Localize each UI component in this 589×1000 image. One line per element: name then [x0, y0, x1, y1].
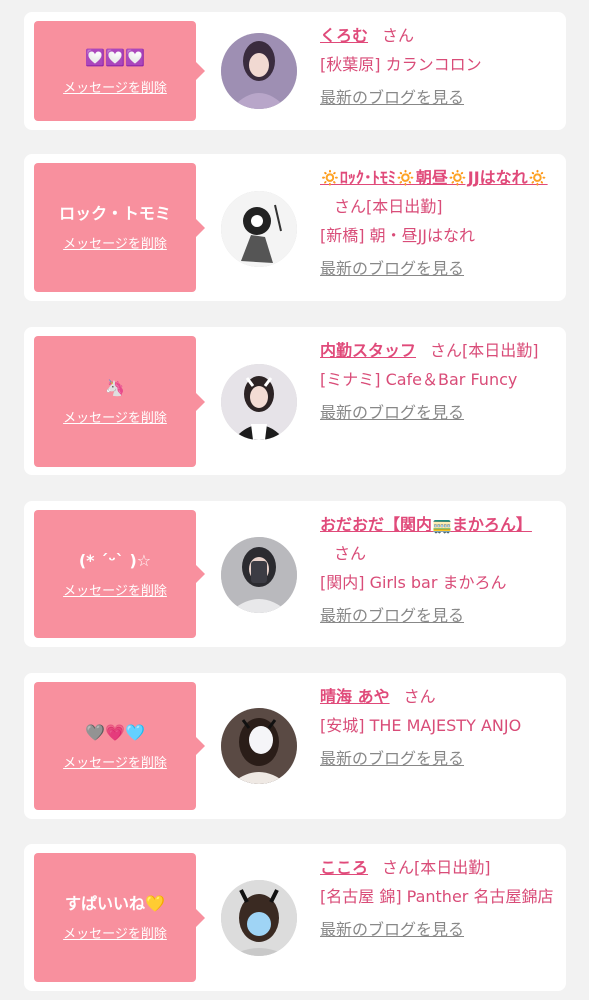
delete-message-link[interactable]: メッセージを削除 — [63, 580, 167, 599]
cast-name-link[interactable]: くろむ — [320, 26, 368, 45]
latest-blog-link[interactable]: 最新のブログを見る — [320, 915, 556, 944]
cast-name-link[interactable]: おだおだ【関内🚃まかろん】 — [320, 515, 532, 534]
list-item: 🦄 メッセージを削除 内勤スタッフ さん[本日出勤] [ミナミ] Cafe＆Bar… — [24, 327, 566, 475]
item-info: おだおだ【関内🚃まかろん】さん [関内] Girls bar まかろん 最新のブ… — [320, 510, 556, 630]
message-bubble: 🩶💗🩵 メッセージを削除 — [34, 682, 205, 810]
shop-label: [名古屋 錦] Panther 名古屋錦店 — [320, 887, 554, 906]
delete-message-link[interactable]: メッセージを削除 — [63, 752, 167, 771]
item-info: 🔅ﾛｯｸ･ﾄﾓﾐ🔅朝昼🔅JJはなれ🔅 さん[本日出勤] [新橋] 朝・昼JJはなれ… — [320, 163, 556, 283]
cast-name-link[interactable]: 晴海 あや — [320, 687, 390, 706]
delete-message-link[interactable]: メッセージを削除 — [63, 407, 167, 426]
message-bubble: (* ˊᵕˋ )☆ メッセージを削除 — [34, 510, 205, 638]
item-info: くろむ さん [秋葉原] カランコロン 最新のブログを見る — [320, 21, 556, 112]
delete-message-link[interactable]: メッセージを削除 — [63, 923, 167, 942]
message-text: (* ˊᵕˋ )☆ — [78, 550, 152, 570]
cast-name-link[interactable]: こころ — [320, 858, 368, 877]
honorific: さん — [382, 858, 415, 877]
list-item: 🩶💗🩵 メッセージを削除 晴海 あや さん [安城] THE MAJESTY AN… — [24, 673, 566, 819]
delete-message-link[interactable]: メッセージを削除 — [63, 77, 167, 96]
list-item: ロック・トモミ メッセージを削除 🔅ﾛｯｸ･ﾄﾓﾐ🔅朝昼🔅JJはなれ🔅 さん[本日… — [24, 154, 566, 301]
message-text: すぱいいね💛 — [65, 894, 165, 913]
latest-blog-link[interactable]: 最新のブログを見る — [320, 83, 556, 112]
shop-label: [新橋] 朝・昼JJはなれ — [320, 226, 476, 245]
list-item: (* ˊᵕˋ )☆ メッセージを削除 おだおだ【関内🚃まかろん】さん [関内] … — [24, 501, 566, 647]
avatar[interactable] — [221, 880, 297, 956]
avatar[interactable] — [221, 33, 297, 109]
item-info: 晴海 あや さん [安城] THE MAJESTY ANJO 最新のブログを見る — [320, 682, 556, 773]
latest-blog-link[interactable]: 最新のブログを見る — [320, 398, 556, 427]
item-info: 内勤スタッフ さん[本日出勤] [ミナミ] Cafe＆Bar Funcy 最新のブ… — [320, 336, 556, 427]
shop-label: [関内] Girls bar まかろん — [320, 573, 507, 592]
latest-blog-link[interactable]: 最新のブログを見る — [320, 601, 556, 630]
message-bubble: 🦄 メッセージを削除 — [34, 336, 205, 467]
cast-name-link[interactable]: 内勤スタッフ — [320, 341, 416, 360]
shop-label: [安城] THE MAJESTY ANJO — [320, 716, 522, 735]
list-item: すぱいいね💛 メッセージを削除 こころ さん[本日出勤] [名古屋 錦] Pant… — [24, 844, 566, 991]
message-bubble: すぱいいね💛 メッセージを削除 — [34, 853, 205, 982]
avatar[interactable] — [221, 537, 297, 613]
shop-label: [ミナミ] Cafe＆Bar Funcy — [320, 370, 518, 389]
avatar[interactable] — [221, 364, 297, 440]
message-text: 🩶💗🩵 — [85, 722, 145, 742]
message-bubble: 💟💟💟 メッセージを削除 — [34, 21, 205, 121]
status-label: [本日出勤] — [366, 197, 443, 216]
message-bubble: ロック・トモミ メッセージを削除 — [34, 163, 205, 292]
latest-blog-link[interactable]: 最新のブログを見る — [320, 254, 556, 283]
status-label: [本日出勤] — [414, 858, 491, 877]
message-text: ロック・トモミ — [59, 204, 171, 223]
list-item: 💟💟💟 メッセージを削除 くろむ さん [秋葉原] カランコロン 最新のブログを見… — [24, 12, 566, 130]
latest-blog-link[interactable]: 最新のブログを見る — [320, 744, 556, 773]
shop-label: [秋葉原] カランコロン — [320, 55, 482, 74]
avatar[interactable] — [221, 191, 297, 267]
item-info: こころ さん[本日出勤] [名古屋 錦] Panther 名古屋錦店 最新のブログ… — [320, 853, 556, 944]
message-text: 💟💟💟 — [85, 47, 145, 67]
honorific: さん — [334, 544, 367, 563]
honorific: さん — [382, 26, 415, 45]
honorific: さん — [430, 341, 463, 360]
message-text: 🦄 — [105, 378, 125, 397]
honorific: さん — [403, 687, 436, 706]
message-list: 💟💟💟 メッセージを削除 くろむ さん [秋葉原] カランコロン 最新のブログを見… — [0, 0, 589, 1000]
delete-message-link[interactable]: メッセージを削除 — [63, 233, 167, 252]
status-label: [本日出勤] — [462, 341, 539, 360]
avatar[interactable] — [221, 708, 297, 784]
cast-name-link[interactable]: 🔅ﾛｯｸ･ﾄﾓﾐ🔅朝昼🔅JJはなれ🔅 — [320, 168, 548, 187]
honorific: さん — [334, 197, 367, 216]
